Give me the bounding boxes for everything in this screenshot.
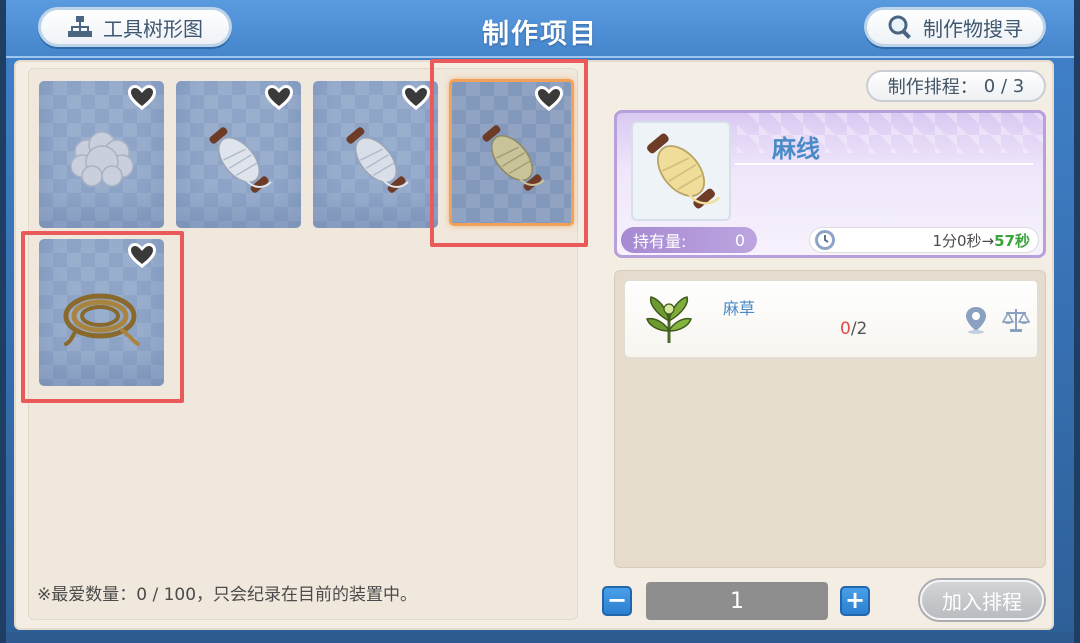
favorites-note: ※最爱数量：0 / 100，只会纪录在目前的装置中。 [37, 585, 418, 605]
magnifier-icon [888, 15, 911, 39]
cotton-icon [69, 131, 134, 188]
craft-time-reduced: 57秒 [994, 231, 1030, 250]
clock-icon [815, 230, 835, 250]
hemp-plant-icon [646, 296, 692, 343]
owned-quantity: 持有量: 0 [621, 227, 757, 253]
crafting-panel: ※最爱数量：0 / 100，只会纪录在目前的装置中。 制作排程： 0 / 3 麻… [14, 59, 1054, 630]
heart-icon[interactable] [126, 242, 158, 270]
recipe-slot-hemp-thread[interactable] [449, 79, 574, 226]
material-name: 麻草 [723, 299, 756, 318]
item-detail-card: 麻线 持有量: 0 1分0秒→57秒 [614, 110, 1046, 258]
item-thumbnail [631, 121, 731, 221]
material-need: /2 [850, 319, 868, 339]
item-name: 麻线 [772, 135, 820, 163]
hemp-thread-spool-icon [647, 133, 721, 209]
header-bar: 工具树形图 制作项目 制作物搜寻 [6, 0, 1074, 58]
craft-time-text: 1分0秒→57秒 [932, 230, 1030, 251]
recipe-slot-thread[interactable] [313, 81, 438, 228]
owned-value: 0 [734, 230, 745, 250]
increase-quantity-button[interactable]: + [840, 586, 870, 616]
recipe-grid: ※最爱数量：0 / 100，只会纪录在目前的装置中。 [28, 68, 578, 620]
hemp-thread-spool-icon [481, 125, 545, 191]
materials-list: 麻草 0/2 [614, 270, 1046, 568]
balance-scale-icon[interactable] [1001, 305, 1031, 335]
recipe-slot-cotton[interactable] [39, 81, 164, 228]
window-bottom-edge [6, 632, 1074, 643]
owned-label: 持有量: [633, 232, 687, 251]
craft-time-original: 1分0秒→ [932, 231, 995, 250]
heart-icon[interactable] [126, 84, 158, 112]
material-row[interactable]: 麻草 0/2 [623, 279, 1039, 359]
craft-schedule-counter: 制作排程： 0 / 3 [866, 70, 1046, 102]
item-search-button[interactable]: 制作物搜寻 [864, 7, 1046, 47]
thread-spool-icon [345, 127, 409, 194]
decrease-quantity-button[interactable]: − [602, 586, 632, 616]
thread-spool-icon [208, 127, 272, 194]
craft-time: 1分0秒→57秒 [809, 227, 1039, 253]
schedule-label: 制作排程： [887, 77, 978, 98]
heart-icon[interactable] [263, 84, 295, 112]
heart-icon[interactable] [533, 85, 565, 113]
divider [735, 163, 1033, 165]
material-count: 0/2 [840, 319, 867, 339]
quantity-field[interactable]: 1 [646, 582, 828, 620]
schedule-value: 0 / 3 [983, 75, 1025, 97]
heart-icon[interactable] [400, 84, 432, 112]
map-location-icon[interactable] [961, 305, 991, 335]
item-search-label: 制作物搜寻 [923, 16, 1023, 41]
rope-coil-icon [63, 293, 140, 347]
recipe-slot-rope[interactable] [39, 239, 164, 386]
add-to-schedule-button[interactable]: 加入排程 [920, 580, 1044, 620]
material-have: 0 [840, 319, 851, 339]
recipe-slot-thread[interactable] [176, 81, 301, 228]
